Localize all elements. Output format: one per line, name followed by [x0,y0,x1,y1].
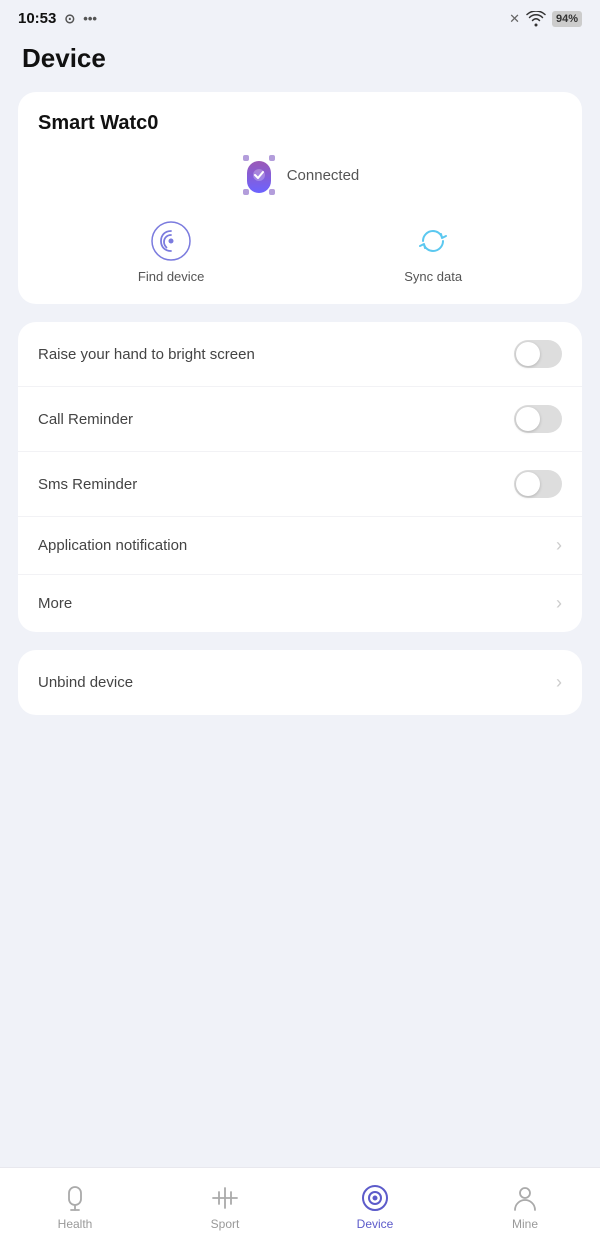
call-reminder-toggle[interactable] [514,405,562,433]
status-time: 10:53 [18,10,56,27]
mine-icon [511,1184,539,1212]
app-notification-row[interactable]: Application notification › [18,517,582,575]
status-app-icon: ⊙ [64,11,75,27]
status-left: 10:53 ⊙ ••• [18,10,97,27]
device-nav-icon [361,1184,389,1212]
more-row[interactable]: More › [18,575,582,632]
device-name: Smart Watc0 [38,112,562,135]
connection-status: Connected [287,167,360,184]
cross-icon: ✕ [509,11,520,27]
find-device-button[interactable]: Find device [138,221,204,284]
health-nav-label: Health [58,1217,93,1231]
mine-nav-label: Mine [512,1217,538,1231]
find-device-icon [151,221,191,261]
app-notification-chevron: › [556,535,562,556]
main-content: Smart Watc0 Connected [0,92,600,715]
nav-sport[interactable]: Sport [150,1184,300,1231]
sync-icon [413,221,453,261]
device-card: Smart Watc0 Connected [18,92,582,304]
raise-hand-row: Raise your hand to bright screen [18,322,582,387]
nav-mine[interactable]: Mine [450,1184,600,1231]
sport-nav-label: Sport [211,1217,240,1231]
sync-data-label: Sync data [404,269,462,284]
page-title: Device [0,33,600,92]
nav-device[interactable]: Device [300,1184,450,1231]
wifi-icon [526,11,546,27]
nav-health[interactable]: Health [0,1184,150,1231]
call-reminder-label: Call Reminder [38,411,133,428]
status-dots: ••• [83,11,97,26]
more-label: More [38,595,72,612]
bottom-nav: Health Sport Device [0,1167,600,1247]
unbind-chevron: › [556,672,562,693]
sport-icon [211,1184,239,1212]
sync-data-button[interactable]: Sync data [404,221,462,284]
status-right: ✕ 94% [509,11,582,27]
call-reminder-row: Call Reminder [18,387,582,452]
raise-hand-toggle[interactable] [514,340,562,368]
unbind-card[interactable]: Unbind device › [18,650,582,715]
device-nav-label: Device [357,1217,394,1231]
unbind-row: Unbind device › [18,650,582,715]
sms-reminder-toggle[interactable] [514,470,562,498]
sms-reminder-label: Sms Reminder [38,476,137,493]
app-notification-label: Application notification [38,537,187,554]
unbind-label: Unbind device [38,674,133,691]
device-actions: Find device Sync data [38,221,562,284]
device-status: Connected [38,153,562,197]
settings-card: Raise your hand to bright screen Call Re… [18,322,582,632]
sms-reminder-row: Sms Reminder [18,452,582,517]
battery-icon: 94% [552,11,582,27]
raise-hand-label: Raise your hand to bright screen [38,346,255,363]
watch-status-icon [241,153,277,197]
status-bar: 10:53 ⊙ ••• ✕ 94% [0,0,600,33]
find-device-label: Find device [138,269,204,284]
more-chevron: › [556,593,562,614]
health-icon [61,1184,89,1212]
